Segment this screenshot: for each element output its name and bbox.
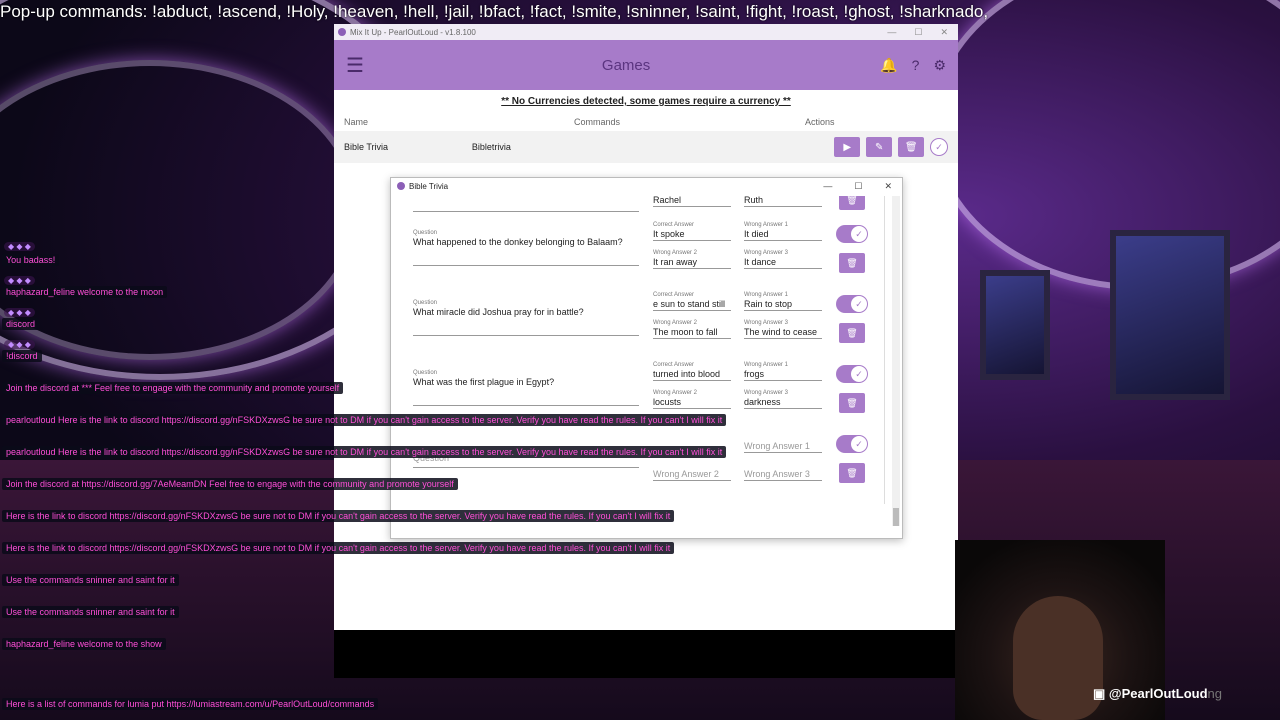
chat-message: haphazard_feline welcome to the moon bbox=[2, 286, 168, 298]
wrong-answer-3-field[interactable]: Wrong Answer 3 The wind to cease bbox=[744, 320, 822, 339]
question-enabled-toggle[interactable] bbox=[836, 365, 868, 383]
twitch-icon: ▣ bbox=[1093, 686, 1109, 701]
wrong-answer-3-field[interactable]: Wrong Answer 3 bbox=[744, 460, 822, 481]
chat-message: Here is the link to discord https://disc… bbox=[2, 542, 675, 554]
chat-message: Use the commands sninner and saint for i… bbox=[2, 606, 179, 618]
help-icon[interactable]: ? bbox=[912, 57, 920, 74]
list-item: Question What happened to the donkey bel… bbox=[397, 220, 884, 290]
column-actions: Actions bbox=[805, 117, 835, 127]
chat-message: Here is the link to discord https://disc… bbox=[2, 510, 675, 522]
maximize-icon[interactable]: ☐ bbox=[854, 181, 862, 192]
chat-message: Join the discord at *** Feel free to eng… bbox=[2, 382, 344, 394]
dialog-title: Bible Trivia bbox=[409, 181, 449, 191]
chat-message: pearloutloud Here is the link to discord… bbox=[2, 414, 727, 426]
wrong-answer-2-field[interactable]: Wrong Answer 2 It ran away bbox=[653, 250, 731, 269]
currency-notice: ** No Currencies detected, some games re… bbox=[501, 96, 791, 107]
wrong-answer-1-field[interactable]: Wrong Answer 1 frogs bbox=[744, 362, 822, 381]
gear-icon[interactable]: ⚙ bbox=[933, 57, 946, 74]
minimize-icon[interactable]: — bbox=[823, 181, 832, 192]
app-header: ☰ Games 🔔 ? ⚙ bbox=[334, 40, 958, 90]
wrong-answer-2-field[interactable]: Wrong Answer 2 The moon to fall bbox=[653, 320, 731, 339]
chat-username: ◆ ◆ ◆ bbox=[4, 308, 35, 317]
edit-button[interactable]: ✎ bbox=[866, 137, 893, 157]
game-command: Bibletrivia bbox=[471, 142, 511, 152]
wrong-answer-2-field[interactable]: Wrong Answer 2 bbox=[653, 460, 731, 481]
games-table-header: Name Commands Actions bbox=[334, 107, 958, 131]
wrong-answer-1-field[interactable]: Wrong Answer 1 It died bbox=[744, 222, 822, 241]
minimize-icon[interactable]: — bbox=[887, 27, 896, 38]
app-titlebar: Mix It Up - PearlOutLoud - v1.8.100 — ☐ … bbox=[334, 24, 958, 40]
page-title: Games bbox=[601, 56, 651, 74]
list-item: Question What miracle did Joshua pray fo… bbox=[397, 290, 884, 360]
question-enabled-toggle[interactable] bbox=[836, 225, 868, 243]
game-name: Bible Trivia bbox=[344, 142, 389, 152]
play-button[interactable]: ▶ bbox=[834, 137, 861, 157]
question-field[interactable]: Question What miracle did Joshua pray fo… bbox=[413, 300, 639, 336]
wrong-answer-2-field[interactable]: Wrong Answer 2 locusts bbox=[653, 390, 731, 409]
app-logo-icon bbox=[338, 28, 346, 36]
wrong-answer-3-field[interactable]: Wrong Answer 3 It dance bbox=[744, 250, 822, 269]
chat-message: You badass! bbox=[2, 254, 60, 266]
streamer-face bbox=[1013, 596, 1103, 720]
delete-button[interactable]: 🗑 bbox=[898, 137, 925, 157]
close-icon[interactable]: ✕ bbox=[884, 181, 892, 192]
wrong-answer-3-field[interactable]: Wrong Answer 3 darkness bbox=[744, 390, 822, 409]
wrong-answer-1-field[interactable]: Wrong Answer 1 bbox=[744, 432, 822, 453]
question-field[interactable]: Question What happened to the donkey bel… bbox=[413, 230, 639, 266]
question-enabled-toggle[interactable] bbox=[836, 435, 868, 453]
chat-message: !discord bbox=[2, 350, 42, 362]
chat-message: Use the commands sninner and saint for i… bbox=[2, 574, 179, 586]
popup-commands-ticker: Pop-up commands: !abduct, !ascend, !Holy… bbox=[0, 2, 989, 21]
app-bottom-bar bbox=[334, 630, 958, 678]
wrong-answer-1-field[interactable]: Wrong Answer 1 Rain to stop bbox=[744, 292, 822, 311]
game-enabled-toggle[interactable] bbox=[930, 138, 948, 156]
wrong-answer-1-field[interactable]: Ruth bbox=[744, 196, 822, 207]
chat-message: pearloutloud Here is the link to discord… bbox=[2, 446, 727, 458]
stream-handle: ▣ @PearlOutLoudng bbox=[1093, 686, 1222, 701]
question-enabled-toggle[interactable] bbox=[836, 295, 868, 313]
list-item: Rachel Ruth 🗑 bbox=[397, 196, 884, 216]
correct-answer-field[interactable]: Correct Answer e sun to stand still bbox=[653, 292, 731, 311]
delete-question-button[interactable]: 🗑 bbox=[839, 253, 865, 273]
chat-message: discord bbox=[2, 318, 40, 330]
correct-answer-field[interactable]: Correct Answer turned into blood bbox=[653, 362, 731, 381]
chat-username: ◆ ◆ ◆ bbox=[4, 340, 35, 349]
hamburger-menu-icon[interactable]: ☰ bbox=[346, 53, 372, 78]
question-field[interactable]: Question What was the first plague in Eg… bbox=[413, 370, 639, 406]
scrollbar-thumb[interactable] bbox=[893, 508, 899, 526]
maximize-icon[interactable]: ☐ bbox=[914, 27, 922, 38]
window-title: Mix It Up - PearlOutLoud - v1.8.100 bbox=[350, 27, 476, 37]
chat-username: ◆ ◆ ◆ bbox=[4, 276, 35, 285]
close-icon[interactable]: ✕ bbox=[940, 27, 948, 38]
text-cursor-icon: I bbox=[913, 372, 917, 386]
correct-answer-field[interactable]: Correct Answer It spoke bbox=[653, 222, 731, 241]
bell-icon[interactable]: 🔔 bbox=[880, 57, 897, 74]
column-name: Name bbox=[344, 117, 369, 127]
delete-question-button[interactable]: 🗑 bbox=[839, 393, 865, 413]
chat-message: Join the discord at https://discord.gg/7… bbox=[2, 478, 458, 490]
list-item: Question Wrong Answer 1 Wrong Answer 2 W… bbox=[397, 430, 884, 500]
dialog-logo-icon bbox=[397, 182, 405, 190]
chat-message: haphazard_feline welcome to the show bbox=[2, 638, 166, 650]
correct-answer-field[interactable]: Rachel bbox=[653, 196, 731, 207]
chat-message: Here is a list of commands for lumia put… bbox=[2, 698, 379, 710]
column-commands: Commands bbox=[574, 117, 621, 127]
delete-question-button[interactable]: 🗑 bbox=[839, 323, 865, 343]
delete-question-button[interactable]: 🗑 bbox=[839, 196, 865, 210]
bible-trivia-dialog: Bible Trivia — ☐ ✕ Rachel Ruth 🗑 Questio… bbox=[390, 177, 903, 539]
chat-username: ◆ ◆ ◆ bbox=[4, 242, 35, 251]
delete-question-button[interactable]: 🗑 bbox=[839, 463, 865, 483]
table-row: Bible Trivia Bibletrivia ▶ ✎ 🗑 bbox=[334, 131, 958, 163]
dialog-scrollbar[interactable] bbox=[892, 196, 900, 526]
question-field[interactable] bbox=[413, 196, 639, 212]
dialog-titlebar: Bible Trivia — ☐ ✕ bbox=[391, 178, 902, 194]
